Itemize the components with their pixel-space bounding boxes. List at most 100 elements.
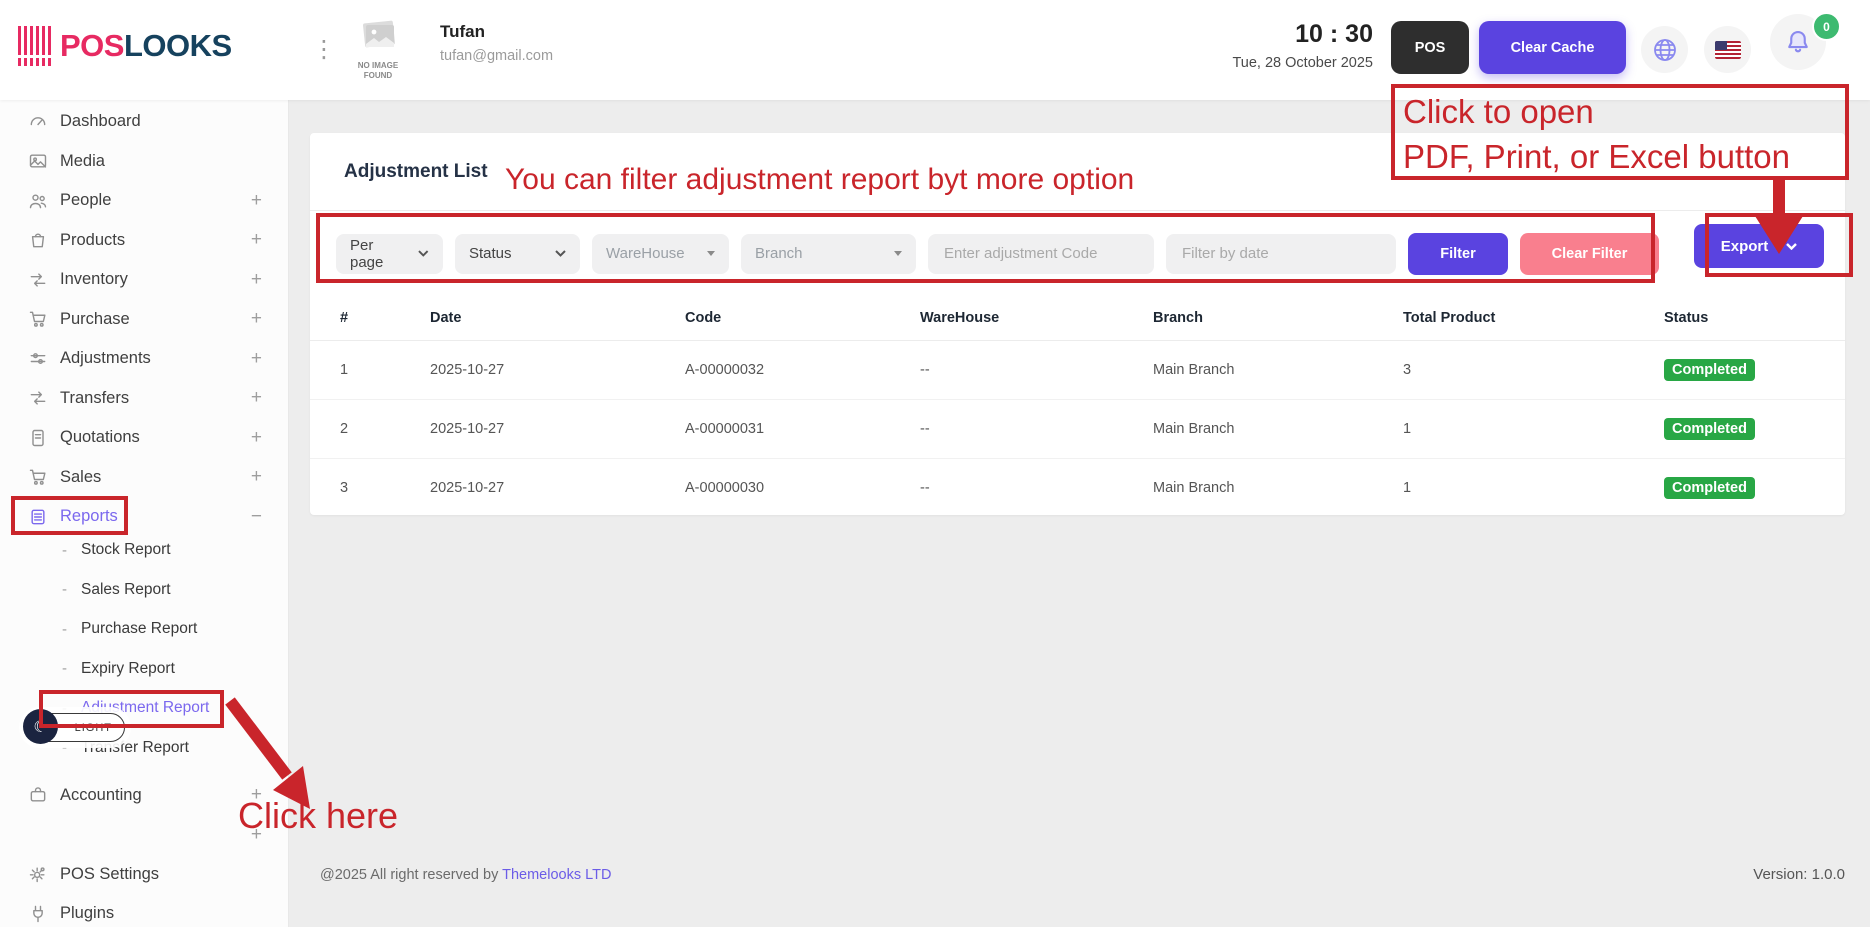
expand-icon[interactable]: + [251, 387, 262, 409]
clock-date: Tue, 28 October 2025 [1232, 55, 1373, 71]
status-badge: Completed [1664, 417, 1755, 441]
adjustment-code-input[interactable] [928, 233, 1154, 274]
accounting-icon [28, 785, 48, 805]
no-image-caption: NO IMAGE FOUND [357, 61, 399, 80]
language-globe-button[interactable] [1641, 26, 1688, 73]
col-header: # [340, 310, 349, 326]
col-header: Code [685, 310, 722, 326]
locale-flag-button[interactable] [1704, 26, 1751, 73]
user-name[interactable]: Tufan [440, 22, 485, 42]
sidebar-item-label: Accounting [60, 785, 142, 804]
expand-icon[interactable]: + [251, 308, 262, 330]
triangle-down-icon [894, 251, 902, 256]
clear-filter-button[interactable]: Clear Filter [1520, 232, 1659, 275]
expand-icon[interactable]: + [251, 348, 262, 370]
sidebar-item-products[interactable]: Products + [0, 221, 288, 261]
products-icon [28, 230, 48, 250]
sidebar-subitem-expiry-report[interactable]: - Expiry Report [0, 649, 288, 689]
sidebar-item-label: Sales [60, 467, 102, 486]
hidden-item-icon [28, 825, 48, 845]
sidebar-item-media[interactable]: Media [0, 142, 288, 182]
sidebar-item-purchase[interactable]: Purchase + [0, 300, 288, 340]
filter-bar: Per page Status WareHouse Branch Filt [310, 211, 1845, 296]
adjustments-icon [28, 349, 48, 369]
filter-button[interactable]: Filter [1408, 232, 1508, 275]
settings-gear-icon [28, 864, 48, 884]
sidebar-item-label: Purchase [60, 309, 130, 328]
per-page-select[interactable]: Per page [336, 233, 443, 274]
copyright-text: @2025 All right reserved by Themelooks L… [320, 866, 612, 883]
sidebar-subitem-stock-report[interactable]: - Stock Report [0, 531, 288, 571]
clear-cache-button[interactable]: Clear Cache [1479, 21, 1626, 74]
card-header: Adjustment List [310, 133, 1845, 211]
status-badge: Completed [1664, 358, 1755, 382]
moon-icon: ☾ [23, 709, 58, 744]
table-row: 2 2025-10-27 A-00000031 -- Main Branch 1… [310, 400, 1845, 459]
sidebar-item-label: People [60, 191, 112, 210]
expand-icon[interactable]: + [251, 427, 262, 449]
collapse-icon[interactable]: − [251, 506, 262, 528]
sidebar-item-transfers[interactable]: Transfers + [0, 379, 288, 419]
logo-text: POSLOOKS [60, 28, 232, 63]
expand-icon[interactable]: + [251, 190, 262, 212]
status-badge: Completed [1664, 476, 1755, 500]
main-content: Adjustment List Per page Status WareHous… [288, 100, 1870, 927]
expand-icon[interactable]: + [251, 824, 262, 846]
table-row: 3 2025-10-27 A-00000030 -- Main Branch 1… [310, 459, 1845, 517]
plugins-icon [28, 904, 48, 924]
adjustment-list-card: Adjustment List Per page Status WareHous… [310, 133, 1845, 515]
sidebar-item-inventory[interactable]: Inventory + [0, 260, 288, 300]
sidebar-item-label: Quotations [60, 428, 140, 447]
dash-bullet: - [62, 620, 67, 638]
user-email: tufan@gmail.com [440, 48, 554, 64]
purchase-icon [28, 309, 48, 329]
pos-button[interactable]: POS [1391, 21, 1469, 74]
expand-icon[interactable]: + [251, 784, 262, 806]
sidebar-item-label: Products [60, 230, 126, 249]
col-header: Date [430, 310, 462, 326]
top-header: POSLOOKS ⋮ NO IMAGE FOUND Tufan tufan@gma… [0, 0, 1870, 100]
sidebar: Dashboard Media People + Products + Inve… [0, 100, 289, 927]
dash-bullet: - [62, 660, 67, 678]
inventory-icon [28, 270, 48, 290]
themelooks-link[interactable]: Themelooks LTD [502, 867, 611, 883]
clock-time: 10 : 30 [1295, 20, 1373, 48]
triangle-down-icon [707, 251, 715, 256]
col-header: Branch [1153, 310, 1203, 326]
app-window: POSLOOKS ⋮ NO IMAGE FOUND Tufan tufan@gma… [0, 0, 1870, 927]
sidebar-item-adjustments[interactable]: Adjustments + [0, 339, 288, 379]
warehouse-select[interactable]: WareHouse [592, 233, 729, 274]
sidebar-item-quotations[interactable]: Quotations + [0, 418, 288, 458]
date-filter-input[interactable] [1166, 233, 1396, 274]
sidebar-item-plugins[interactable]: Plugins [0, 894, 288, 927]
media-icon [28, 151, 48, 171]
sidebar-item-people[interactable]: People + [0, 181, 288, 221]
user-avatar[interactable]: NO IMAGE FOUND [352, 20, 404, 81]
poslooks-logo[interactable]: POSLOOKS [18, 26, 232, 66]
status-select[interactable]: Status [455, 233, 580, 274]
col-header: WareHouse [920, 310, 1000, 326]
transfers-icon [28, 388, 48, 408]
col-header: Total Product [1403, 310, 1496, 326]
people-icon [28, 191, 48, 211]
expand-icon[interactable]: + [251, 466, 262, 488]
barcode-icon [18, 26, 54, 66]
branch-select[interactable]: Branch [741, 233, 916, 274]
sidebar-item-hidden[interactable]: + [0, 815, 288, 855]
sidebar-collapse-icon[interactable]: ⋮ [312, 28, 336, 72]
dash-bullet: - [62, 541, 67, 559]
sidebar-subitem-purchase-report[interactable]: - Purchase Report [0, 610, 288, 650]
sidebar-item-label: Transfers [60, 388, 130, 407]
sidebar-item-sales[interactable]: Sales + [0, 458, 288, 498]
expand-icon[interactable]: + [251, 269, 262, 291]
theme-toggle[interactable]: ☾ LIGHT [23, 709, 125, 744]
sidebar-item-dashboard[interactable]: Dashboard [0, 102, 288, 142]
globe-icon [1653, 38, 1676, 61]
export-button[interactable]: Export [1694, 224, 1824, 268]
version-text: Version: 1.0.0 [1753, 866, 1845, 883]
sidebar-item-accounting[interactable]: Accounting + [0, 776, 288, 816]
sidebar-item-label: Media [60, 151, 105, 170]
expand-icon[interactable]: + [251, 229, 262, 251]
sidebar-subitem-sales-report[interactable]: - Sales Report [0, 570, 288, 610]
sidebar-item-pos-settings[interactable]: POS Settings [0, 855, 288, 895]
